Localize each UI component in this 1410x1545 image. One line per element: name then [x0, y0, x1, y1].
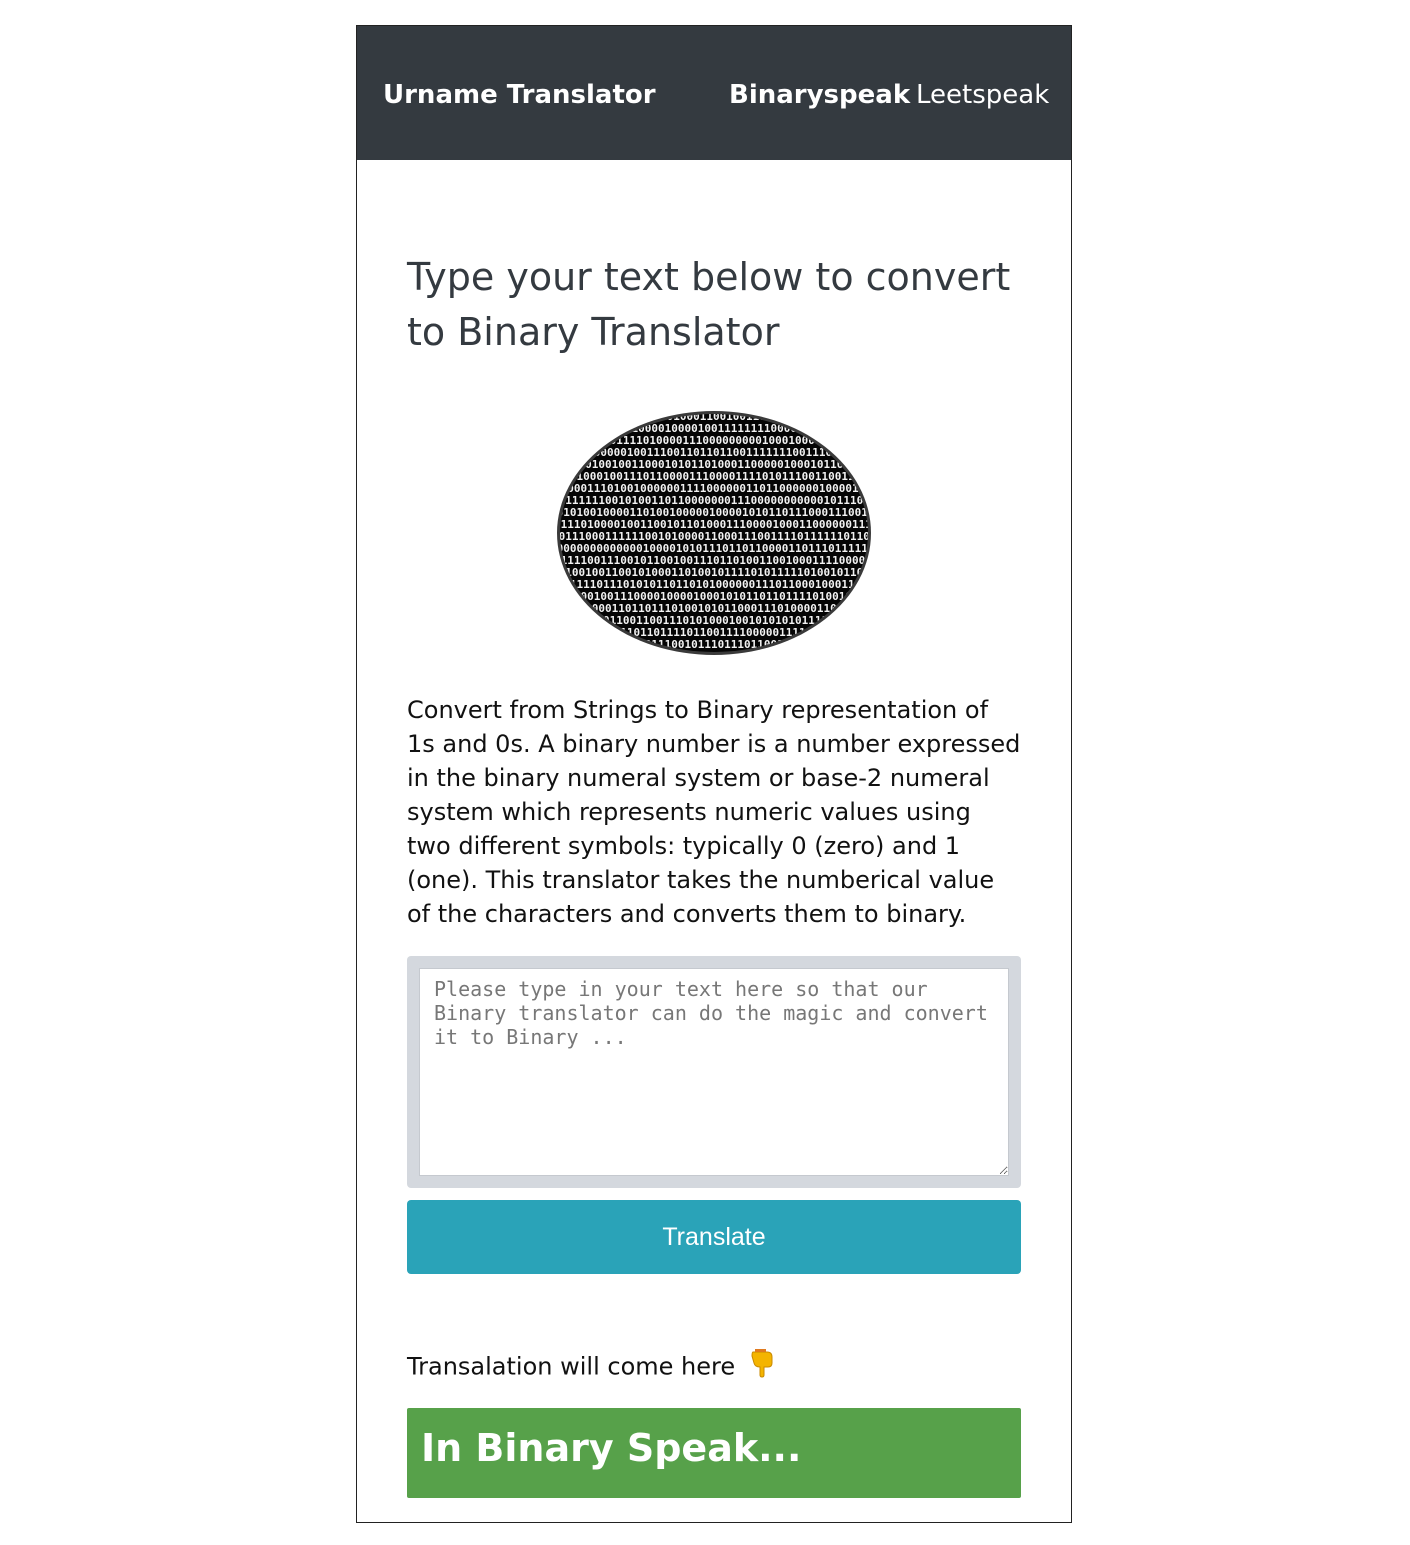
- pointing-down-hand-icon: [749, 1348, 775, 1387]
- nav-link-leetspeak[interactable]: Leetspeak: [916, 78, 1049, 112]
- result-label-text: Transalation will come here: [407, 1352, 736, 1381]
- result-label: Transalation will come here: [407, 1348, 775, 1387]
- page-title: Type your text below to convert to Binar…: [407, 255, 1011, 354]
- text-input-container: [407, 956, 1021, 1188]
- output-box: In Binary Speak...: [407, 1408, 1021, 1498]
- nav-link-binaryspeak[interactable]: Binaryspeak: [729, 78, 910, 112]
- binary-texture-row: 0001011110011001110010111011101100101011…: [556, 638, 870, 651]
- app-frame: Urname Translator Binaryspeak Leetspeak …: [356, 25, 1072, 1523]
- binary-matrix-image: 0100010110011000101000110010011001001001…: [556, 410, 872, 656]
- text-input[interactable]: [419, 968, 1009, 1176]
- translate-button[interactable]: Translate: [407, 1200, 1021, 1274]
- brand-link[interactable]: Urname Translator: [383, 78, 656, 112]
- description-text: Convert from Strings to Binary represent…: [407, 696, 1021, 928]
- output-text: In Binary Speak...: [421, 1426, 802, 1470]
- navbar: Urname Translator Binaryspeak Leetspeak: [357, 26, 1071, 160]
